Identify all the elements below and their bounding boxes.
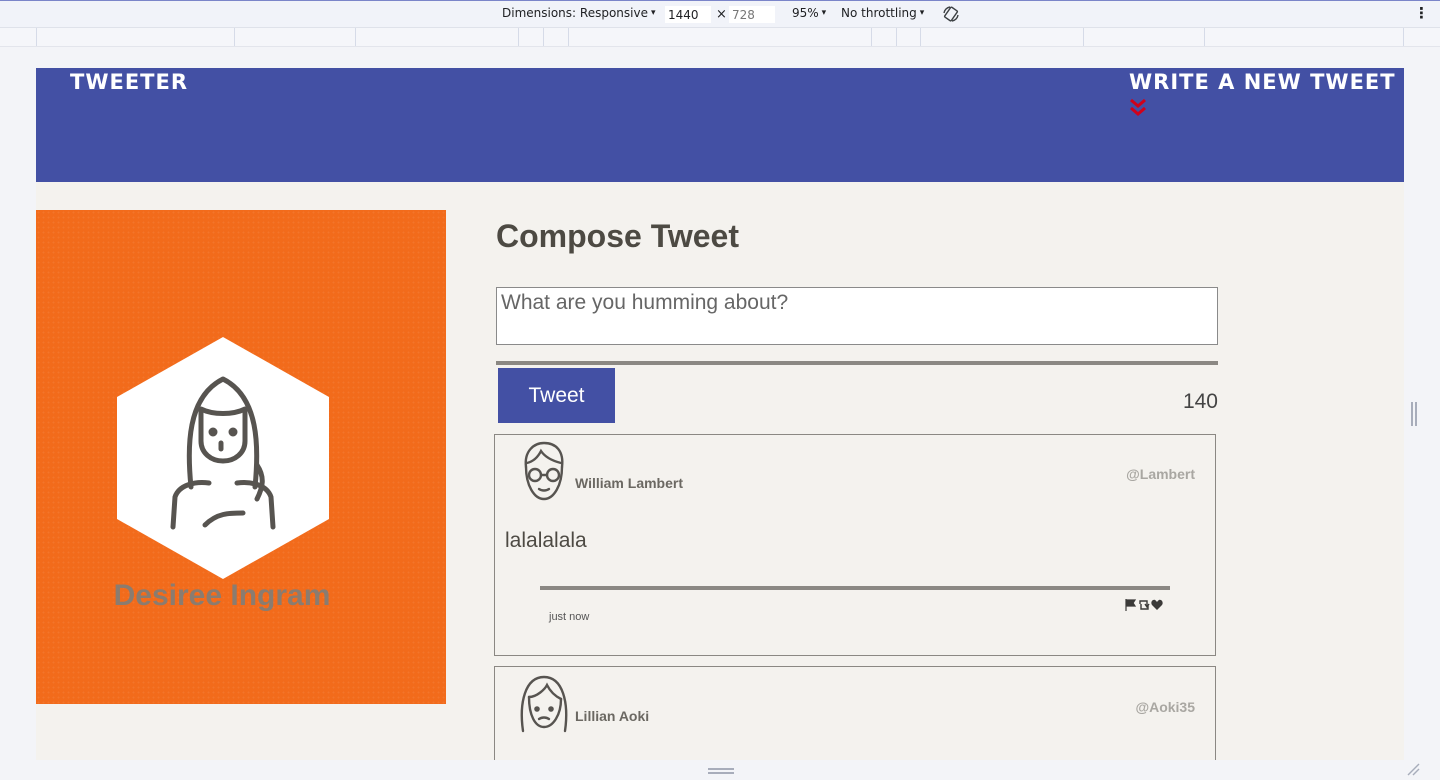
width-input[interactable] bbox=[665, 6, 711, 23]
ruler-tick bbox=[1204, 28, 1205, 46]
rotate-icon[interactable] bbox=[942, 5, 960, 23]
zoom-dropdown[interactable]: 95% ▾ bbox=[792, 6, 826, 20]
ruler-tick bbox=[234, 28, 235, 46]
tweet-divider bbox=[540, 586, 1170, 590]
more-options-icon[interactable]: ⋮ bbox=[1414, 4, 1429, 22]
tweet-author-name: Lillian Aoki bbox=[575, 708, 650, 724]
throttling-label: No throttling bbox=[841, 6, 917, 20]
profile-avatar bbox=[117, 337, 329, 579]
throttling-dropdown[interactable]: No throttling ▾ bbox=[841, 6, 924, 20]
heart-icon[interactable] bbox=[1151, 599, 1163, 611]
compose-title: Compose Tweet bbox=[496, 218, 739, 254]
ruler-tick bbox=[920, 28, 921, 46]
dimensions-dropdown[interactable]: Dimensions: Responsive ▾ bbox=[502, 6, 656, 20]
character-counter: 140 bbox=[1182, 390, 1218, 413]
tweet-button[interactable]: Tweet bbox=[498, 368, 615, 423]
ruler-tick bbox=[568, 28, 569, 46]
tweet-card: William Lambert @Lambert lalalalala just… bbox=[494, 434, 1216, 656]
man-with-glasses-avatar-icon bbox=[524, 441, 564, 501]
hexagon-frame bbox=[117, 337, 329, 579]
ruler-tick bbox=[36, 28, 37, 46]
retweet-icon[interactable] bbox=[1138, 599, 1150, 611]
profile-card: Desiree Ingram bbox=[36, 210, 446, 704]
write-new-tweet-link[interactable]: Write a new tweet bbox=[1129, 70, 1396, 94]
chevron-down-icon: ▾ bbox=[821, 8, 827, 18]
tweet-timestamp: just now bbox=[549, 611, 590, 623]
height-input[interactable] bbox=[729, 6, 775, 23]
brand-logo[interactable]: Tweeter bbox=[70, 70, 188, 94]
chevron-down-icon: ▾ bbox=[919, 8, 925, 18]
dimensions-label: Dimensions: Responsive bbox=[502, 6, 648, 20]
compose-divider bbox=[496, 361, 1218, 365]
ruler-tick bbox=[518, 28, 519, 46]
times-separator: × bbox=[716, 7, 727, 22]
viewport-resize-handle-right[interactable] bbox=[1411, 402, 1417, 426]
tweet-actions bbox=[1125, 599, 1163, 611]
ruler-tick bbox=[543, 28, 544, 46]
page-viewport: Tweeter Write a new tweet Desir bbox=[36, 68, 1404, 760]
ruler-tick bbox=[896, 28, 897, 46]
ruler-tick bbox=[1403, 28, 1404, 46]
devtools-toolbar: Dimensions: Responsive ▾ × 95% ▾ No thro… bbox=[0, 0, 1440, 28]
tweet-card: Lillian Aoki @Aoki35 bbox=[494, 666, 1216, 760]
tweet-text-input[interactable] bbox=[496, 287, 1218, 345]
ruler-tick bbox=[871, 28, 872, 46]
resize-grip-icon[interactable] bbox=[1406, 762, 1420, 776]
ruler-tick bbox=[355, 28, 356, 46]
tweet-author-handle: @Aoki35 bbox=[1135, 699, 1195, 715]
viewport-resize-handle-bottom[interactable] bbox=[708, 768, 734, 774]
flag-icon[interactable] bbox=[1125, 599, 1137, 611]
navbar: Tweeter Write a new tweet bbox=[36, 68, 1404, 182]
media-query-ruler bbox=[0, 28, 1440, 47]
ruler-tick bbox=[1083, 28, 1084, 46]
double-chevron-down-icon[interactable] bbox=[1129, 98, 1147, 118]
tweet-content: lalalalala bbox=[505, 529, 587, 552]
woman-avatar-icon bbox=[520, 675, 568, 733]
tweet-author-name: William Lambert bbox=[575, 475, 684, 491]
profile-name: Desiree Ingram bbox=[113, 579, 331, 612]
zoom-label: 95% bbox=[792, 6, 819, 20]
chevron-down-icon: ▾ bbox=[650, 8, 656, 18]
tweet-author-handle: @Lambert bbox=[1126, 466, 1195, 482]
